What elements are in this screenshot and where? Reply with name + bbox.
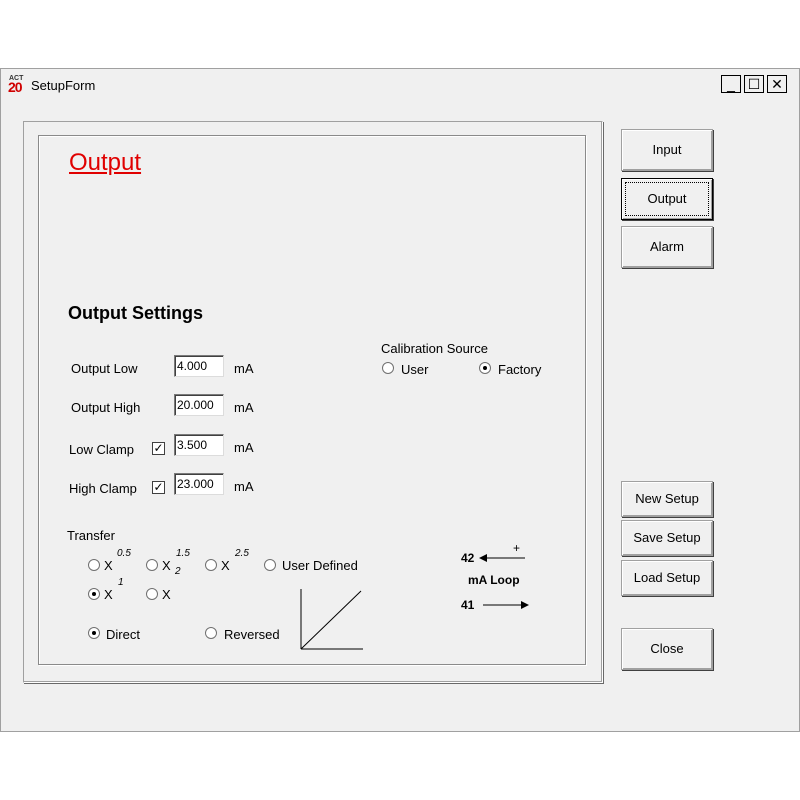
loop-arrow-right-icon [483,601,529,609]
calibration-factory-label: Factory [498,362,542,377]
output-high-input[interactable]: 20.000 [174,394,224,416]
transfer-x-radio[interactable] [146,588,158,600]
window-title: SetupForm [31,78,96,93]
transfer-x1-base: X [104,587,113,602]
transfer-x152-exp: 1.5 [176,548,190,559]
save-setup-button[interactable]: Save Setup [621,520,713,556]
transfer-curve-graph [300,589,363,650]
maximize-icon: ☐ [747,76,761,92]
maximize-button[interactable]: ☐ [744,75,764,93]
setup-window: ACT 20 SetupForm _ ☐ ✕ Output Output Set… [0,68,800,732]
direct-radio[interactable] [88,627,100,639]
output-high-unit: mA [234,400,254,415]
output-high-label: Output High [71,400,141,415]
page-heading: Output [69,149,142,176]
check-icon: ✓ [153,441,164,455]
app-icon: ACT 20 [8,75,26,95]
output-low-label: Output Low [71,361,138,376]
transfer-x152-base: X [162,558,171,573]
loop-terminal-42: 42 [461,551,475,565]
output-button[interactable]: Output [621,178,713,220]
calibration-source-label: Calibration Source [381,341,488,356]
reversed-radio[interactable] [205,627,217,639]
close-button[interactable]: Close [621,628,713,670]
calibration-user-radio[interactable] [382,362,394,374]
calibration-factory-radio[interactable] [479,362,491,374]
app-icon-text-bottom: 20 [8,79,23,95]
high-clamp-label: High Clamp [69,481,137,496]
check-icon: ✓ [153,480,164,494]
new-setup-button[interactable]: New Setup [621,481,713,517]
transfer-user-defined-label: User Defined [282,558,358,573]
transfer-user-defined-radio[interactable] [264,559,276,571]
low-clamp-checkbox[interactable]: ✓ [152,442,165,455]
output-low-input[interactable]: 4.000 [174,355,224,377]
loop-terminal-41: 41 [461,598,475,612]
transfer-x25-radio[interactable] [205,559,217,571]
load-setup-button[interactable]: Load Setup [621,560,713,596]
transfer-x05-exp: 0.5 [117,548,131,559]
close-icon: ✕ [771,76,783,92]
transfer-x1-exp: 1 [118,577,124,588]
high-clamp-checkbox[interactable]: ✓ [152,481,165,494]
transfer-x-base: X [162,587,171,602]
transfer-label: Transfer [67,528,115,543]
direct-label: Direct [106,627,140,642]
transfer-x1-radio[interactable] [88,588,100,600]
graph-curve-line [300,590,362,650]
input-button[interactable]: Input [621,129,713,171]
transfer-x25-exp: 2.5 [235,548,249,559]
title-bar: ACT 20 SetupForm _ ☐ ✕ [1,69,799,99]
section-title: Output Settings [68,303,203,323]
low-clamp-label: Low Clamp [69,442,135,457]
transfer-x25-base: X [221,558,230,573]
low-clamp-unit: mA [234,440,254,455]
loop-plus-sign: + [513,541,521,555]
transfer-x152-radio[interactable] [146,559,158,571]
transfer-x05-base: X [104,558,113,573]
transfer-x05-radio[interactable] [88,559,100,571]
alarm-button[interactable]: Alarm [621,226,713,268]
high-clamp-input[interactable]: 23.000 [174,473,224,495]
close-window-button[interactable]: ✕ [767,75,787,93]
loop-label: mA Loop [468,573,520,587]
reversed-label: Reversed [224,627,280,642]
transfer-x152-sub: 2 [175,566,181,577]
calibration-user-label: User [401,362,429,377]
low-clamp-input[interactable]: 3.500 [174,434,224,456]
minimize-icon: _ [727,76,735,92]
minimize-button[interactable]: _ [721,75,741,93]
high-clamp-unit: mA [234,479,254,494]
output-low-unit: mA [234,361,254,376]
